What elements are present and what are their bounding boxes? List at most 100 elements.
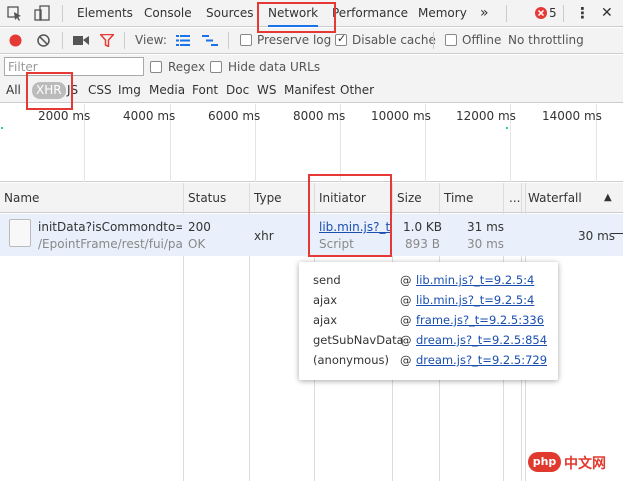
tab-console[interactable]: Console — [144, 0, 192, 27]
stack-at-sign: @ — [400, 313, 412, 327]
tab-elements[interactable]: Elements — [77, 0, 133, 27]
timeline-tick-label: 2000 ms — [38, 109, 91, 123]
tab-sources[interactable]: Sources — [206, 0, 253, 27]
php-cn-watermark-logo: php 中文网 — [528, 451, 618, 475]
stack-source-link[interactable]: frame.js?_t=9.2.5:336 — [416, 313, 544, 327]
type-filter-font[interactable]: Font — [192, 83, 218, 97]
regex-checkbox[interactable] — [150, 61, 162, 73]
column-header-more[interactable]: ... — [505, 183, 520, 213]
timeline-tick-label: 4000 ms — [123, 109, 176, 123]
filter-input[interactable] — [4, 57, 144, 76]
request-path: /EpointFrame/rest/fui/pa... — [38, 237, 182, 251]
column-header-status[interactable]: Status — [184, 183, 226, 213]
overview-waterfall-icon[interactable] — [202, 35, 218, 46]
settings-menu-icon[interactable]: ⋮ — [575, 0, 590, 27]
tab-memory[interactable]: Memory — [418, 0, 467, 27]
request-name[interactable]: initData?isCommondto=t... — [38, 220, 182, 234]
more-tabs-button[interactable]: » — [480, 0, 489, 27]
column-header-size[interactable]: Size — [393, 183, 422, 213]
filter-funnel-icon[interactable] — [100, 34, 114, 47]
highlight-initiator-column — [308, 174, 392, 257]
request-latency: 30 ms — [467, 237, 505, 251]
device-toolbar-icon[interactable] — [33, 5, 51, 22]
waterfall-time: 30 ms — [578, 229, 616, 243]
type-filter-css[interactable]: CSS — [88, 83, 112, 97]
stack-source-link[interactable]: lib.min.js?_t=9.2.5:4 — [416, 293, 534, 307]
timeline-tick-label: 14000 ms — [542, 109, 602, 123]
toolbar-separator — [506, 5, 507, 22]
column-header-type[interactable]: Type — [250, 183, 282, 213]
preserve-log-checkbox[interactable] — [240, 34, 252, 46]
record-icon[interactable] — [9, 34, 22, 47]
column-header-time[interactable]: Time — [440, 183, 473, 213]
large-rows-list-icon[interactable] — [176, 35, 190, 46]
offline-label: Offline — [462, 33, 502, 47]
stack-source-link[interactable]: dream.js?_t=9.2.5:729 — [416, 353, 547, 367]
type-filter-img[interactable]: Img — [118, 83, 141, 97]
stack-function-name: send — [313, 273, 341, 287]
type-filter-manifest[interactable]: Manifest — [284, 83, 335, 97]
call-stack-frame: ajax @ lib.min.js?_t=9.2.5:4 — [299, 290, 558, 310]
toolbar-separator — [228, 32, 229, 49]
type-filter-all[interactable]: All — [6, 83, 21, 97]
column-header-name[interactable]: Name — [0, 183, 39, 213]
resource-size: 893 B — [405, 237, 440, 251]
disable-cache-checkbox[interactable] — [335, 32, 347, 46]
type-filter-ws[interactable]: WS — [257, 83, 276, 97]
stack-at-sign: @ — [400, 293, 412, 307]
stack-function-name: getSubNavData — [313, 333, 404, 347]
offline-checkbox[interactable] — [445, 34, 457, 46]
inspect-element-icon[interactable] — [6, 5, 24, 22]
highlight-network-tab — [257, 2, 336, 33]
hide-data-urls-label: Hide data URLs — [228, 60, 321, 74]
error-count[interactable]: 5 — [549, 0, 557, 27]
stack-at-sign: @ — [400, 333, 412, 347]
stack-function-name: (anonymous) — [313, 353, 389, 367]
status-code: 200 — [188, 220, 211, 234]
stack-source-link[interactable]: dream.js?_t=9.2.5:854 — [416, 333, 547, 347]
timeline-request-marker — [1, 127, 3, 129]
stack-function-name: ajax — [313, 313, 338, 327]
call-stack-frame: send @ lib.min.js?_t=9.2.5:4 — [299, 270, 558, 290]
hide-data-urls-checkbox[interactable] — [210, 61, 222, 73]
type-filter-doc[interactable]: Doc — [226, 83, 249, 97]
toolbar-separator — [124, 32, 125, 49]
request-type: xhr — [254, 229, 274, 243]
type-filter-media[interactable]: Media — [149, 83, 185, 97]
clear-icon[interactable] — [37, 34, 50, 47]
preserve-log-label: Preserve log — [257, 33, 332, 47]
regex-label: Regex — [168, 60, 206, 74]
screenshot-camera-icon[interactable] — [73, 35, 89, 46]
type-filter-other[interactable]: Other — [340, 83, 374, 97]
timeline-tick-label: 8000 ms — [293, 109, 346, 123]
disable-cache-label: Disable cache — [352, 33, 436, 47]
call-stack-frame: getSubNavData @ dream.js?_t=9.2.5:854 — [299, 330, 558, 350]
toolbar-separator — [62, 5, 63, 22]
call-stack-frame: (anonymous) @ dream.js?_t=9.2.5:729 — [299, 350, 558, 370]
status-text: OK — [188, 237, 206, 251]
network-overview-timeline[interactable]: 2000 ms 4000 ms 6000 ms 8000 ms 10000 ms… — [0, 104, 623, 182]
stack-function-name: ajax — [313, 293, 338, 307]
request-time: 31 ms — [467, 220, 505, 234]
waterfall-bar[interactable] — [611, 233, 623, 234]
transfer-size: 1.0 KB — [403, 220, 442, 234]
sort-ascending-icon[interactable]: ▲ — [600, 183, 612, 213]
stack-at-sign: @ — [400, 273, 412, 287]
highlight-xhr-filter — [26, 72, 73, 110]
timeline-request-marker — [506, 127, 508, 129]
toolbar-separator — [433, 32, 434, 49]
document-file-icon — [9, 219, 31, 247]
throttling-select[interactable]: No throttling — [508, 33, 584, 47]
stack-source-link[interactable]: lib.min.js?_t=9.2.5:4 — [416, 273, 534, 287]
view-label: View: — [135, 33, 167, 47]
error-icon[interactable] — [535, 7, 547, 19]
timeline-tick-label: 10000 ms — [371, 109, 431, 123]
close-icon[interactable]: ✕ — [601, 0, 613, 27]
timeline-tick-label: 12000 ms — [456, 109, 516, 123]
column-header-waterfall[interactable]: Waterfall — [524, 183, 582, 213]
tab-performance[interactable]: Performance — [332, 0, 408, 27]
stack-at-sign: @ — [400, 353, 412, 367]
toolbar-separator — [62, 32, 63, 49]
initiator-call-stack-popover: send @ lib.min.js?_t=9.2.5:4 ajax @ lib.… — [299, 262, 558, 380]
toolbar-separator — [563, 5, 564, 22]
